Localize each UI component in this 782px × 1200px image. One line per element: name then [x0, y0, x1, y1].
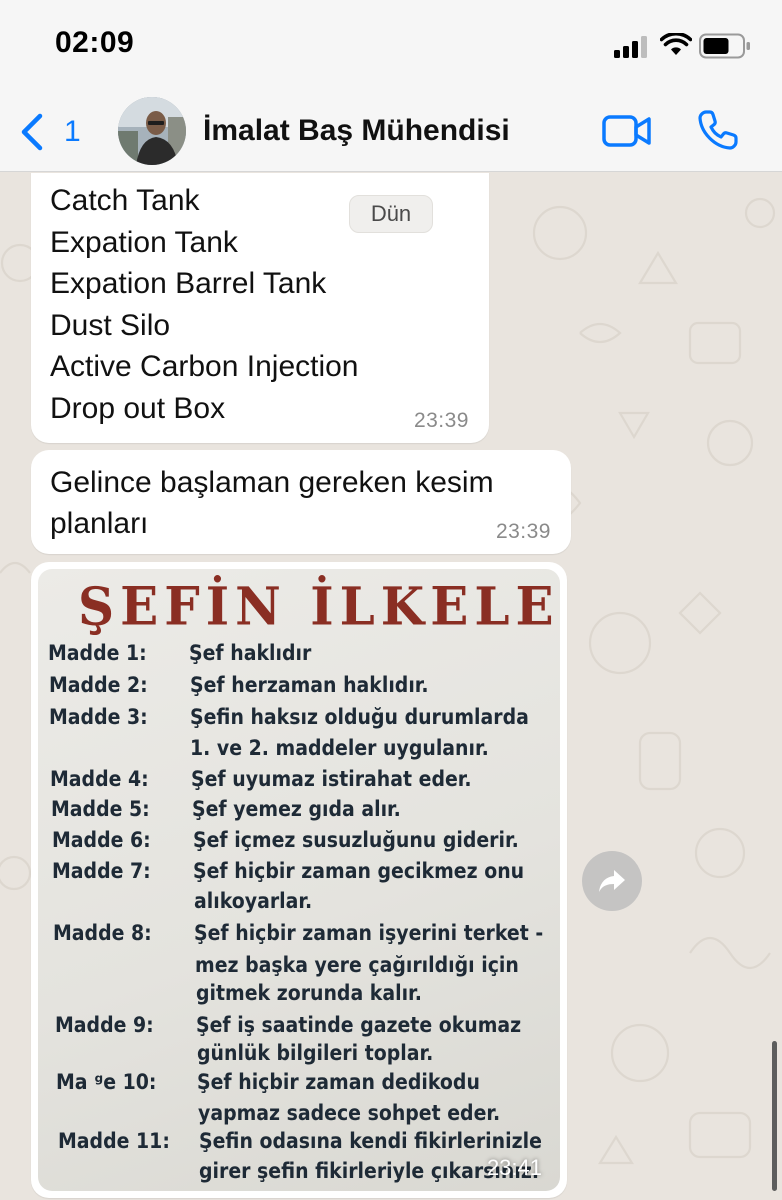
poster-rule-text: Şef uyumaz istirahat eder. [191, 767, 472, 791]
video-camera-icon[interactable] [601, 112, 653, 150]
poster-rule-label: Madde 6: [52, 828, 151, 852]
poster-rule-label: Madde 2: [49, 673, 148, 697]
status-bar: 02:09 [0, 0, 782, 92]
poster-rows: Madde 1: Şef haklıdır Madde 2: Şef herzaman… [38, 569, 560, 1191]
phone-icon[interactable] [697, 109, 739, 151]
status-time: 02:09 [55, 26, 135, 59]
poster-rule-text: Şef içmez susuzluğunu giderir. [193, 828, 519, 852]
poster-rule-text: Şef hiçbir zaman dedikodu [197, 1070, 480, 1094]
battery-icon [699, 33, 750, 59]
poster-rule-text: 1. ve 2. maddeler uygulanır. [190, 736, 489, 760]
poster-rule-label: Madde 4: [50, 767, 149, 791]
avatar-photo [118, 97, 186, 165]
list-line: Dust Silo [50, 308, 171, 342]
scroll-indicator[interactable] [772, 1041, 777, 1191]
poster-rule-text: yapmaz sadece sohpet eder. [198, 1101, 501, 1125]
poster-rule-text: Şef iş saatinde gazete okumaz [196, 1013, 522, 1037]
image-attachment[interactable]: ŞEFİN İLKELERİ Madde 1:Şef haklıdırMadde… [38, 569, 560, 1191]
poster-rule-text: Şefin odasına kendi fikirlerinizle [199, 1129, 542, 1153]
poster-rule-label: Madde 7: [52, 859, 151, 883]
message-bubble-text[interactable]: Gelince başlaman gereken kesim planları … [31, 450, 571, 554]
poster-rule-label: Madde 5: [51, 797, 150, 821]
message-timestamp: 23:41 [486, 1155, 542, 1180]
poster-rule-text: mez başka yere çağırıldığı için [195, 953, 519, 977]
list-line: Drop out Box [50, 391, 226, 425]
message-bubble-image[interactable]: ŞEFİN İLKELERİ Madde 1:Şef haklıdırMadde… [31, 562, 567, 1198]
list-line: Catch Tank [50, 184, 200, 217]
chat-header: 1 İmalat Baş Mühendisi [0, 92, 782, 172]
message-timestamp: 23:39 [413, 409, 469, 432]
poster-rule-text: günlük bilgileri toplar. [197, 1041, 434, 1065]
back-chevron-icon [21, 113, 43, 151]
poster-rule-label: Madde 11: [58, 1129, 170, 1153]
forward-icon [599, 870, 625, 892]
poster-rule-label: Madde 9: [55, 1013, 154, 1037]
poster-rule-label: Madde 3: [49, 705, 148, 729]
poster-rule-text: alıkoyarlar. [194, 889, 313, 913]
unread-count: 1 [64, 115, 81, 148]
message-text: Catch Tank Expation Tank Expation Barrel… [50, 180, 359, 429]
signal-icon [614, 36, 647, 58]
contact-name[interactable]: İmalat Baş Mühendisi [203, 114, 510, 148]
avatar[interactable] [118, 97, 186, 165]
message-timestamp: 23:39 [495, 520, 551, 543]
poster-rule-text: Şef herzaman haklıdır. [190, 673, 429, 697]
poster-rule-label: Ma ᵍe 10: [56, 1070, 157, 1094]
message-text: Gelince başlaman gereken kesim planları [50, 466, 494, 540]
poster-rule-text: Şef haklıdır [189, 641, 312, 665]
back-button[interactable]: 1 [18, 110, 98, 154]
list-line: Expation Tank [50, 225, 238, 259]
list-line: Expation Barrel Tank [50, 267, 327, 300]
poster-rule-text: gitmek zorunda kalır. [196, 981, 422, 1005]
poster-rule-text: Şef hiçbir zaman işyerini terket - [194, 921, 544, 945]
poster-rule-text: Şefin haksız olduğu durumlarda [190, 705, 529, 729]
poster-rule-text: Şef hiçbir zaman gecikmez onu [193, 859, 525, 883]
date-separator: Dün [349, 195, 433, 233]
chat-area[interactable]: Catch Tank Expation Tank Expation Barrel… [0, 173, 782, 1200]
wifi-icon [660, 33, 692, 55]
poster-rule-text: Şef yemez gıda alır. [192, 797, 401, 821]
list-line: Active Carbon Injection [50, 350, 359, 383]
forward-button[interactable] [582, 851, 642, 911]
poster-rule-label: Madde 8: [53, 921, 152, 945]
poster-rule-label: Madde 1: [48, 641, 147, 665]
